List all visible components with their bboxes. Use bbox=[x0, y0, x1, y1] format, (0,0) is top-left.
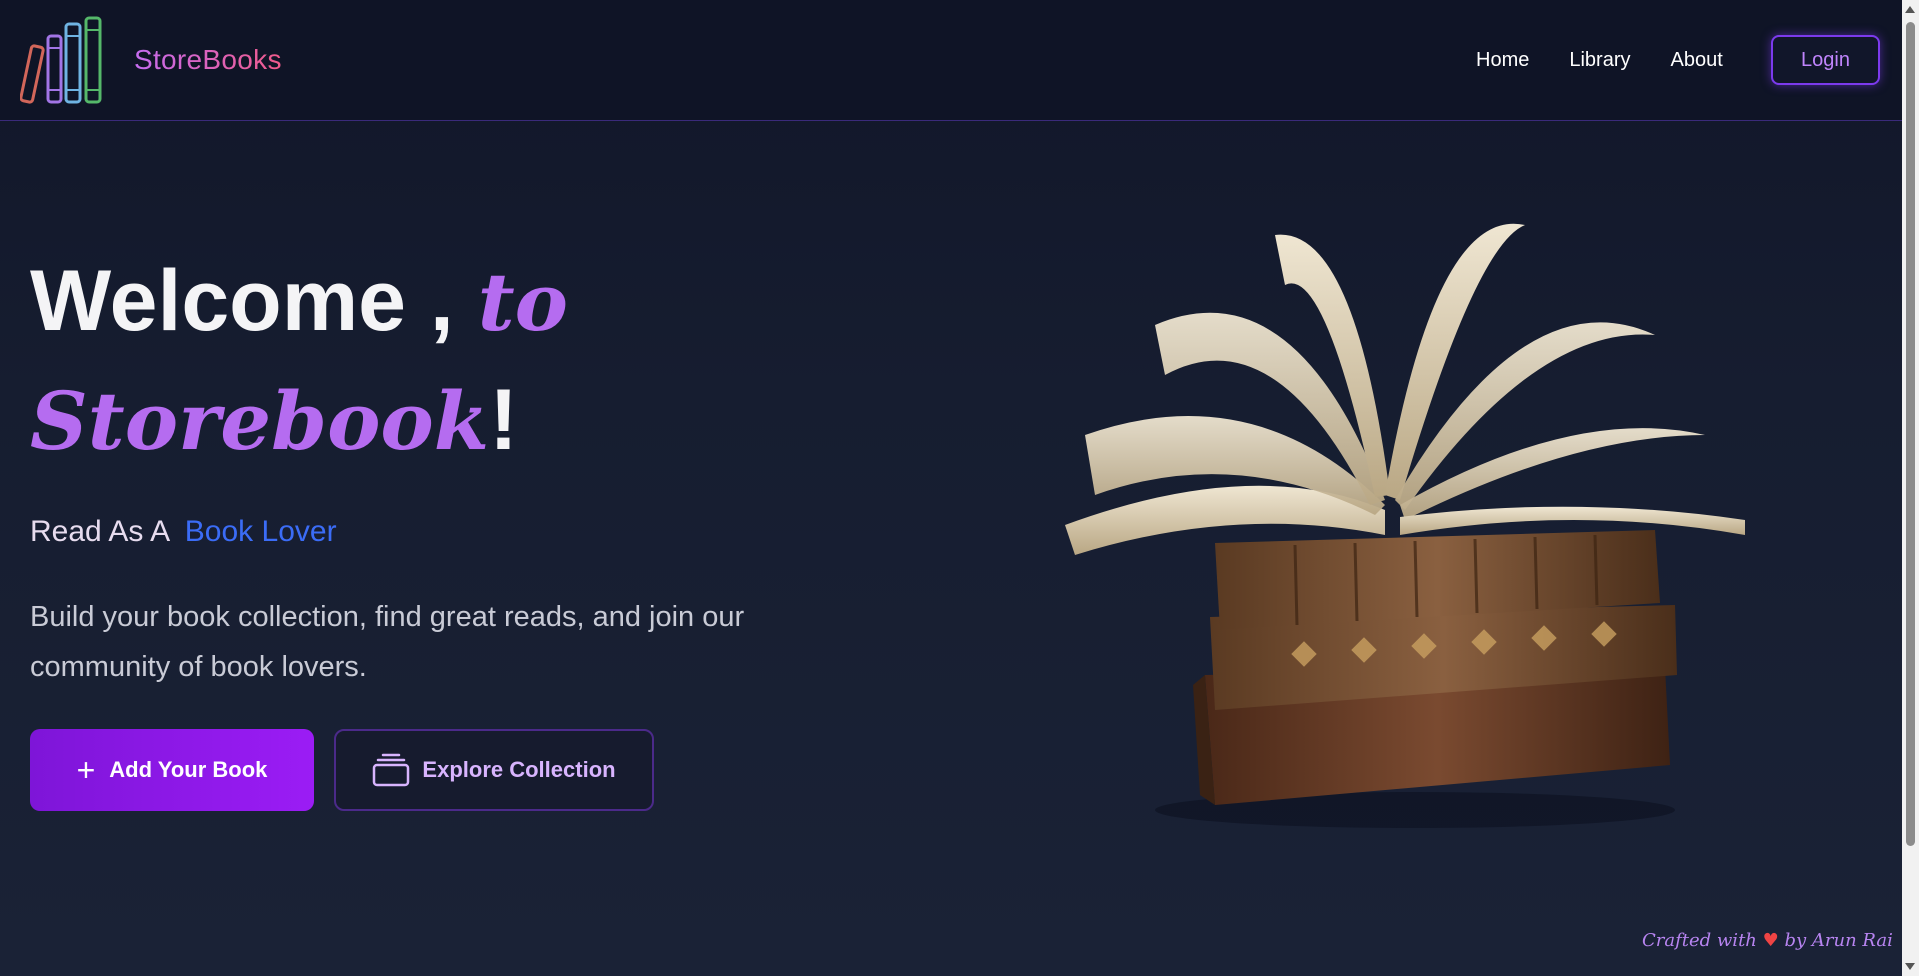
hero-description: Build your book collection, find great r… bbox=[30, 601, 745, 683]
explore-collection-label: Explore Collection bbox=[422, 757, 616, 782]
add-book-label: Add Your Book bbox=[109, 757, 268, 782]
login-button[interactable]: Login bbox=[1771, 35, 1880, 85]
nav-about-link[interactable]: About bbox=[1671, 49, 1723, 72]
scroll-thumb[interactable] bbox=[1906, 22, 1915, 846]
stack-icon bbox=[373, 753, 410, 787]
credit-suffix: by Arun Rai bbox=[1784, 930, 1893, 951]
top-navbar: StoreBooks Home Library About Login bbox=[0, 0, 1902, 121]
explore-collection-button[interactable]: Explore Collection bbox=[334, 729, 654, 811]
add-book-button[interactable]: + Add Your Book bbox=[30, 729, 314, 811]
hero-title-to: to bbox=[477, 255, 568, 349]
hero-title-bang: ! bbox=[489, 372, 518, 468]
book-stack-image bbox=[1065, 223, 1745, 828]
credit-prefix: Crafted with bbox=[1642, 930, 1757, 951]
hero-title-storebook: Storebook bbox=[30, 374, 490, 468]
tagline-highlight: Book Lover bbox=[184, 515, 337, 548]
nav-library-link[interactable]: Library bbox=[1569, 49, 1630, 72]
open-book-pages bbox=[1065, 223, 1745, 555]
nav-home-link[interactable]: Home bbox=[1476, 49, 1529, 72]
hero-tagline: Read As A Book Lover bbox=[30, 515, 337, 549]
nav-links: Home Library About bbox=[1476, 49, 1723, 72]
vertical-scrollbar[interactable] bbox=[1902, 0, 1919, 976]
heart-icon: ♥ bbox=[1762, 930, 1779, 951]
scroll-up-icon[interactable] bbox=[1905, 6, 1915, 13]
plus-icon: + bbox=[76, 752, 96, 788]
scroll-down-icon[interactable] bbox=[1905, 963, 1915, 970]
footer-credit: Crafted with ♥ by Arun Rai bbox=[1642, 930, 1893, 951]
hero-title: Welcome , to Storebook! bbox=[30, 242, 568, 480]
books-logo-icon[interactable] bbox=[20, 14, 116, 106]
tagline-prefix: Read As A bbox=[30, 515, 169, 548]
hero-title-welcome: Welcome , bbox=[30, 253, 478, 349]
brand-name[interactable]: StoreBooks bbox=[134, 44, 282, 76]
